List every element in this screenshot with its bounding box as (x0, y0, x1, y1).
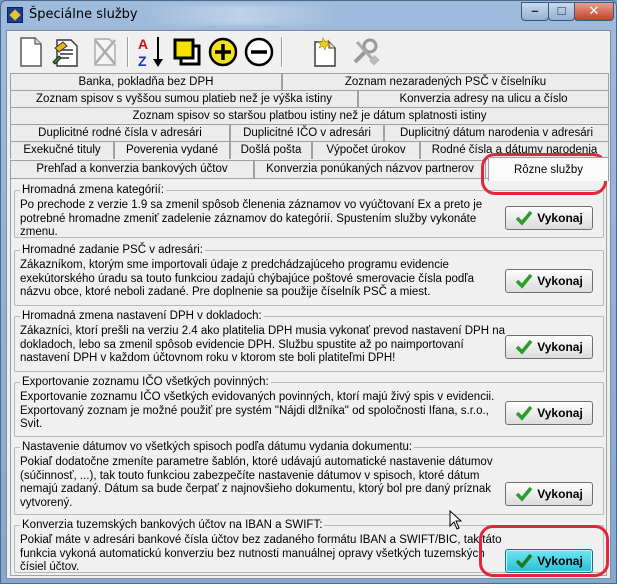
toolbar: A Z (7, 31, 610, 73)
group-description: Exportovanie zoznamu IČO všetkých evidov… (20, 391, 495, 430)
svg-text:A: A (138, 36, 148, 52)
remove-button[interactable] (241, 34, 277, 70)
group-title: Konverzia tuzemských bankových účtov na … (20, 519, 325, 531)
special-services-window: Špeciálne služby – □ ✕ A Z Banka, poklad… (0, 0, 617, 584)
tab-prehlad-bankovych-uctov[interactable]: Prehľad a konverzia bankových účtov (10, 160, 254, 178)
group-title: Hromadná zmena kategórií: (20, 184, 166, 196)
vykonaj-button[interactable]: Vykonaj (505, 206, 593, 230)
vykonaj-label: Vykonaj (537, 274, 583, 288)
check-icon (515, 339, 533, 355)
maximize-button[interactable]: □ (548, 2, 575, 21)
group-konverzia-iban-swift: Konverzia tuzemských bankových účtov na … (14, 519, 604, 573)
check-icon (515, 486, 533, 502)
new-record-icon (314, 37, 336, 67)
group-export-ico: Exportovanie zoznamu IČO všetkých povinn… (14, 376, 604, 437)
vykonaj-button[interactable]: Vykonaj (505, 269, 593, 293)
svg-text:Z: Z (138, 53, 147, 69)
tab-duplicitne-ico[interactable]: Duplicitné IČO v adresári (230, 124, 384, 142)
add-icon (208, 37, 238, 67)
tab-exekucne-tituly[interactable]: Exekučné tituly (10, 141, 114, 159)
new-document-button[interactable] (13, 34, 49, 70)
check-icon (515, 210, 533, 226)
tab-konverzia-adresy[interactable]: Konverzia adresy na ulicu a číslo (358, 90, 609, 108)
tab-dosla-posta[interactable]: Došlá pošta (230, 141, 312, 159)
vykonaj-label: Vykonaj (537, 406, 583, 420)
client-area: A Z Banka, pokladňa bez DPH Zoznam nezar… (6, 30, 611, 579)
vykonaj-label: Vykonaj (537, 211, 583, 225)
tab-rozne-sluzby[interactable]: Rôzne služby (488, 157, 609, 181)
group-hromadna-zmena-dph: Hromadná zmena nastavení DPH v dokladoch… (14, 310, 604, 372)
sort-button[interactable]: A Z (133, 34, 169, 70)
title-bar[interactable]: Špeciálne služby – □ ✕ (1, 1, 616, 29)
tab-duplicitny-datum-narodenia[interactable]: Duplicitný dátum narodenia v adresári (384, 124, 609, 142)
remove-icon (244, 37, 274, 67)
tools-button[interactable] (347, 34, 383, 70)
check-icon (515, 273, 533, 289)
delete-document-icon (94, 38, 116, 66)
group-title: Exportovanie zoznamu IČO všetkých povinn… (20, 376, 271, 388)
window-title: Špeciálne služby (29, 7, 138, 22)
tab-konverzia-nazvov-partnerov[interactable]: Konverzia ponúkaných názvov partnerov (254, 160, 486, 178)
check-icon (515, 553, 533, 569)
group-hromadne-zadanie-psc: Hromadné zadanie PSČ v adresári: Zákazní… (14, 244, 604, 306)
vykonaj-button-focused[interactable]: Vykonaj (505, 549, 593, 573)
tab-content-rozne-sluzby: Hromadná zmena kategórií: Po prechode z … (10, 178, 607, 576)
vykonaj-label: Vykonaj (537, 487, 583, 501)
tab-poverenia-vydane[interactable]: Poverenia vydané (114, 141, 230, 159)
tab-vyssia-suma-platieb[interactable]: Zoznam spisov s vyššou sumou platieb než… (10, 90, 358, 108)
app-icon (7, 7, 23, 23)
group-description: Po prechode z verzie 1.9 sa zmenil spôso… (20, 199, 483, 238)
new-record-button[interactable] (307, 34, 343, 70)
copy-button[interactable] (169, 34, 205, 70)
group-title: Hromadná zmena nastavení DPH v dokladoch… (20, 310, 264, 322)
copy-icon (173, 38, 201, 66)
sort-az-icon: A Z (138, 36, 163, 69)
group-nastavenie-datumov: Nastavenie dátumov vo všetkých spisoch p… (14, 441, 604, 515)
tab-duplicitne-rodne-cisla[interactable]: Duplicitné rodné čísla v adresári (10, 124, 230, 142)
add-button[interactable] (205, 34, 241, 70)
vykonaj-label: Vykonaj (537, 340, 583, 354)
minimize-button[interactable]: – (521, 2, 549, 21)
toolbar-separator (281, 37, 283, 67)
new-document-icon (20, 37, 42, 67)
check-icon (515, 405, 533, 421)
group-title: Hromadné zadanie PSČ v adresári: (20, 244, 205, 256)
mouse-pointer-icon (449, 510, 463, 530)
edit-document-button[interactable] (49, 34, 85, 70)
group-title: Nastavenie dátumov vo všetkých spisoch p… (20, 441, 415, 453)
tab-vypocet-urokov[interactable]: Výpočet úrokov (312, 141, 420, 159)
vykonaj-button[interactable]: Vykonaj (505, 482, 593, 506)
title-blur (141, 5, 341, 25)
close-button[interactable]: ✕ (574, 2, 614, 21)
vykonaj-button[interactable]: Vykonaj (505, 401, 593, 425)
tools-icon (353, 38, 380, 66)
vykonaj-button[interactable]: Vykonaj (505, 335, 593, 359)
edit-document-icon (52, 39, 78, 67)
tab-banka[interactable]: Banka, pokladňa bez DPH (10, 73, 282, 91)
vykonaj-label: Vykonaj (537, 554, 583, 568)
group-hromadna-zmena-kategorii: Hromadná zmena kategórií: Po prechode z … (14, 184, 604, 238)
group-description: Zákazníci, ktorí prešli na verziu 2.4 ak… (20, 325, 505, 364)
toolbar-separator (127, 37, 129, 67)
tab-zoznam-nezaradenych-psc[interactable]: Zoznam nezaradených PSČ v číselníku (282, 73, 609, 91)
group-description: Pokiaľ dodatočne zmeníte parametre šabló… (20, 456, 493, 509)
delete-document-button[interactable] (87, 34, 123, 70)
group-description: Zákazníkom, ktorým sme importovali údaje… (20, 259, 475, 298)
group-description: Pokiaľ máte v adresári bankové čísla účt… (20, 534, 502, 573)
tab-starsia-platba-istiny[interactable]: Zoznam spisov so staršou platbou istiny … (10, 107, 609, 125)
